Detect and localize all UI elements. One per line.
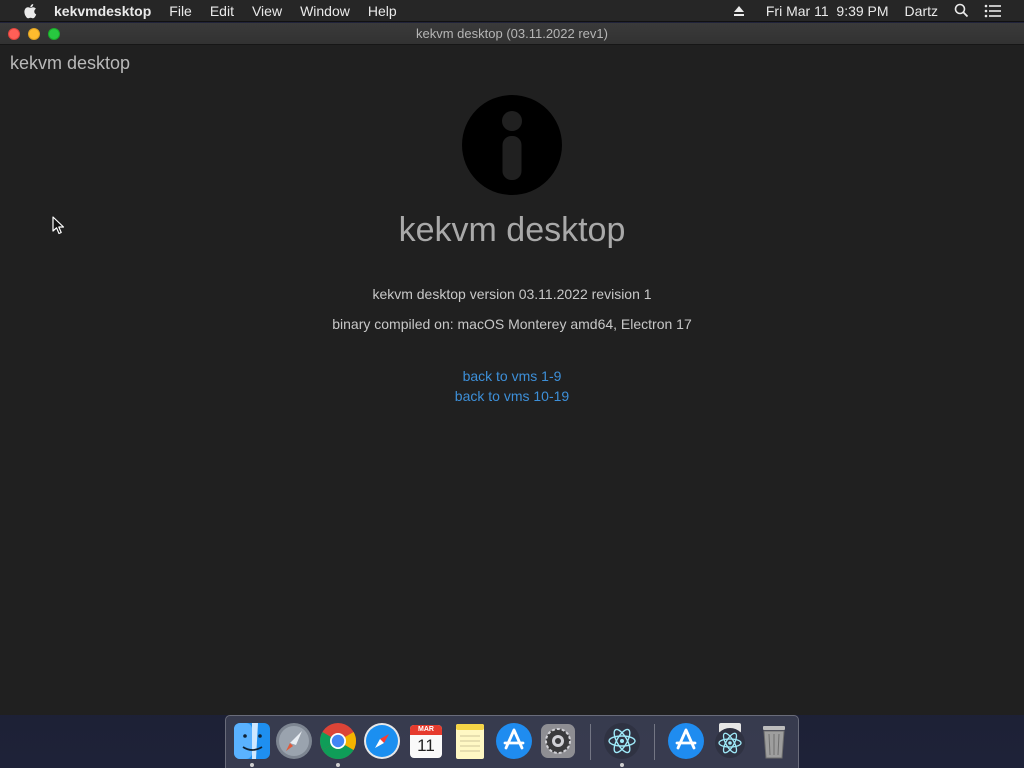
- dock: MAR 11: [225, 715, 799, 768]
- window-title: kekvm desktop (03.11.2022 rev1): [416, 26, 608, 41]
- corner-app-title: kekvm desktop: [10, 53, 131, 73]
- window-zoom-button[interactable]: [48, 28, 60, 40]
- menu-view[interactable]: View: [252, 3, 282, 19]
- calendar-month: MAR: [418, 726, 434, 733]
- safari-icon[interactable]: [362, 721, 402, 761]
- window-close-button[interactable]: [8, 28, 20, 40]
- app-name-menu[interactable]: kekvmdesktop: [54, 3, 151, 19]
- calendar-icon[interactable]: MAR 11: [406, 721, 446, 761]
- version-info: kekvm desktop version 03.11.2022 revisio…: [372, 286, 652, 302]
- apple-menu-icon[interactable]: [20, 0, 40, 22]
- back-to-vms-1-9-link[interactable]: back to vms 1-9: [0, 366, 1024, 386]
- menu-window[interactable]: Window: [300, 3, 350, 19]
- app-window: kekvm desktop (03.11.2022 rev1) kekvm de…: [0, 23, 1024, 715]
- spotlight-search-icon[interactable]: [952, 2, 970, 20]
- finder-icon[interactable]: [232, 721, 272, 761]
- build-info: binary compiled on: macOS Monterey amd64…: [332, 316, 692, 332]
- page-title: kekvm desktop: [398, 211, 626, 249]
- window-titlebar[interactable]: kekvm desktop (03.11.2022 rev1): [0, 23, 1024, 45]
- notes-icon[interactable]: [450, 721, 490, 761]
- menu-clock[interactable]: Fri Mar 11 9:39 PM: [766, 3, 889, 19]
- app-store-icon[interactable]: [494, 721, 534, 761]
- chrome-icon[interactable]: [318, 721, 358, 761]
- dock-separator: [590, 724, 591, 760]
- navigation-links: back to vms 1-9 back to vms 10-19: [0, 366, 1024, 406]
- electron-folder-icon[interactable]: [710, 721, 750, 761]
- menu-help[interactable]: Help: [368, 3, 397, 19]
- menu-bar: kekvmdesktop File Edit View Window Help …: [0, 0, 1024, 22]
- menu-file[interactable]: File: [169, 3, 192, 19]
- user-menu[interactable]: Dartz: [905, 3, 938, 19]
- dock-separator: [654, 724, 655, 760]
- window-minimize-button[interactable]: [28, 28, 40, 40]
- trash-icon[interactable]: [754, 721, 794, 761]
- menu-edit[interactable]: Edit: [210, 3, 234, 19]
- eject-icon[interactable]: [730, 2, 748, 20]
- calendar-day: 11: [417, 736, 435, 755]
- about-page: kekvm desktop kekvm desktop kekvm deskto…: [0, 45, 1024, 715]
- app-store-folder-icon[interactable]: [666, 721, 706, 761]
- chrome-running-indicator: [336, 763, 340, 767]
- system-preferences-icon[interactable]: [538, 721, 578, 761]
- finder-running-indicator: [250, 763, 254, 767]
- electron-icon[interactable]: [602, 721, 642, 761]
- launchpad-icon[interactable]: [274, 721, 314, 761]
- back-to-vms-10-19-link[interactable]: back to vms 10-19: [0, 386, 1024, 406]
- notification-center-icon[interactable]: [984, 2, 1002, 20]
- electron-running-indicator: [620, 763, 624, 767]
- info-icon: [462, 95, 562, 195]
